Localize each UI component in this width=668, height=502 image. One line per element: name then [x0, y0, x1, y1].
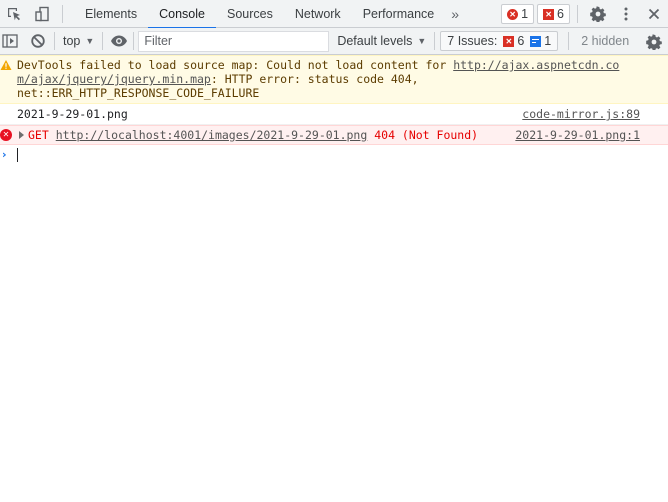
tab-label: Elements: [85, 6, 138, 21]
close-devtools-button[interactable]: [640, 0, 668, 28]
device-mode-icon: [35, 6, 49, 21]
prompt-chevron-icon: ›: [2, 148, 7, 161]
divider: [568, 32, 570, 50]
error-icon: ✕: [0, 129, 12, 141]
issue-error-icon: ✕: [503, 35, 515, 47]
console-prompt[interactable]: ›: [0, 145, 668, 165]
sidebar-toggle-icon: [2, 34, 18, 48]
warning-icon: [0, 60, 12, 70]
live-expression-button[interactable]: [105, 27, 133, 55]
eye-icon: [111, 35, 128, 47]
request-method: GET: [28, 128, 49, 142]
warning-text: net::ERR_HTTP_RESPONSE_CODE_FAILURE: [17, 86, 260, 100]
context-label: top: [63, 34, 81, 48]
hidden-messages-count: 2 hidden: [581, 34, 630, 48]
tab-console[interactable]: Console: [148, 0, 216, 29]
console-settings-button[interactable]: [640, 28, 668, 56]
tab-label: Console: [159, 6, 205, 21]
tab-performance[interactable]: Performance: [352, 0, 446, 28]
dropdown-caret-icon: ▼: [417, 36, 427, 46]
warning-text: DevTools failed to load source map: Coul…: [17, 58, 454, 72]
error-icon: ✕: [507, 8, 519, 20]
request-url-link[interactable]: http://localhost:4001/images/2021-9-29-0…: [56, 128, 368, 142]
tab-network[interactable]: Network: [284, 0, 352, 28]
expand-triangle-icon[interactable]: [19, 131, 24, 139]
warning-text: : HTTP error: status code 404,: [210, 72, 419, 86]
error-count-button[interactable]: ✕ 1: [501, 4, 535, 24]
tab-sources[interactable]: Sources: [216, 0, 284, 28]
divider: [133, 32, 135, 50]
close-icon: [648, 8, 660, 20]
tab-elements[interactable]: Elements: [74, 0, 148, 28]
console-log-message: 2021-9-29-01.png code-mirror.js:89: [0, 104, 668, 125]
more-options-button[interactable]: [612, 0, 640, 28]
divider: [434, 32, 436, 50]
inspect-element-icon: [8, 7, 20, 20]
log-text: 2021-9-29-01.png: [17, 107, 128, 121]
source-map-link[interactable]: m/ajax/jquery/jquery.min.map: [17, 72, 211, 86]
gear-icon: [646, 34, 662, 50]
console-warning-message: DevTools failed to load source map: Coul…: [0, 55, 668, 104]
kebab-menu-icon: [624, 7, 628, 21]
log-levels-label: Default levels: [337, 34, 413, 48]
source-map-link[interactable]: http://ajax.aspnetcdn.co: [453, 58, 619, 72]
log-levels-dropdown[interactable]: Default levels ▼: [329, 34, 434, 48]
clear-console-button[interactable]: [24, 27, 52, 55]
tab-label: Network: [294, 6, 341, 21]
dropdown-caret-icon: ▼: [85, 36, 95, 46]
source-location-link[interactable]: code-mirror.js:89: [522, 107, 640, 121]
issue-info-count: 1: [544, 34, 552, 48]
console-messages: DevTools failed to load source map: Coul…: [0, 55, 668, 502]
divider: [62, 4, 63, 23]
source-location-link[interactable]: 2021-9-29-01.png:1: [515, 128, 640, 142]
issue-error-icon: ✕: [543, 8, 555, 20]
request-status: 404 (Not Found): [374, 128, 479, 142]
console-error-message: ✕ GET http://localhost:4001/images/2021-…: [0, 125, 668, 145]
issues-count-button[interactable]: ✕ 6: [537, 4, 570, 24]
console-toolbar: top ▼ Default levels ▼ 7 Issues: ✕ 6 1 2…: [0, 28, 668, 55]
issue-info-icon: [530, 35, 542, 47]
clear-console-icon: [31, 34, 45, 48]
devtools-tab-bar: Elements Console Sources Network Perform…: [0, 0, 668, 29]
tab-label: Performance: [362, 6, 435, 21]
divider: [102, 32, 104, 50]
settings-button[interactable]: [584, 0, 612, 28]
divider: [54, 32, 55, 50]
divider: [577, 5, 578, 23]
issue-error-count: 6: [557, 7, 564, 21]
chevron-double-right-icon: »: [451, 5, 460, 22]
more-tabs-button[interactable]: »: [445, 6, 465, 22]
text-cursor: [17, 148, 18, 162]
inspect-element-button[interactable]: [0, 0, 28, 28]
error-count: 1: [521, 7, 529, 21]
issue-error-count: 6: [517, 34, 525, 48]
show-sidebar-button[interactable]: [0, 27, 20, 55]
tab-label: Sources: [226, 6, 273, 21]
context-selector[interactable]: top ▼: [57, 34, 100, 48]
issues-label: 7 Issues:: [447, 34, 498, 48]
issues-button[interactable]: 7 Issues: ✕ 6 1: [440, 31, 559, 51]
device-toolbar-button[interactable]: [28, 0, 56, 28]
gear-icon: [590, 6, 606, 22]
filter-input[interactable]: [138, 30, 330, 52]
